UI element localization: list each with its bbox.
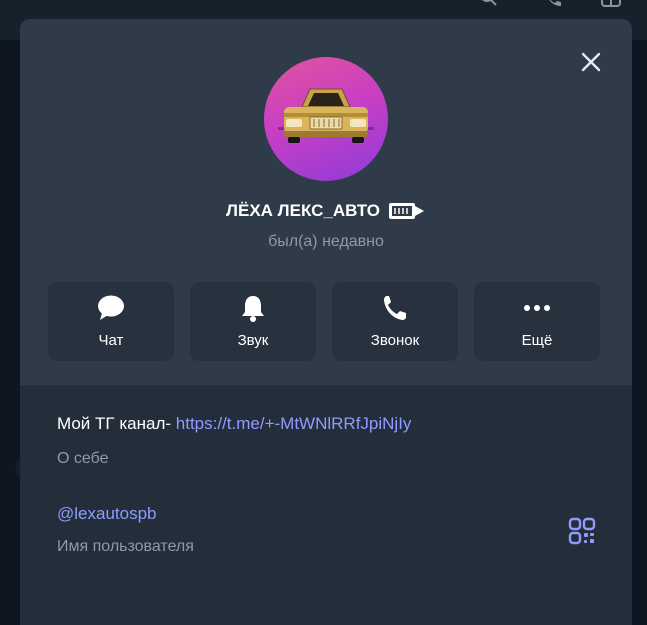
emoji-status-icon (388, 203, 424, 219)
bio-prefix: Мой ТГ канал- (57, 414, 176, 433)
close-button[interactable] (576, 47, 606, 77)
bell-icon (190, 294, 316, 322)
chat-button[interactable]: Чат (48, 282, 174, 361)
sound-button[interactable]: Звук (190, 282, 316, 361)
car-picture (278, 88, 374, 143)
username-link[interactable]: @lexautospb (57, 504, 157, 524)
chat-button-label: Чат (98, 332, 124, 349)
search-icon[interactable] (478, 0, 500, 10)
more-button-label: Ещё (521, 332, 553, 349)
profile-name: ЛЁХА ЛЕКС_АВТО (226, 201, 380, 220)
chat-bubble-icon (48, 294, 174, 322)
more-button[interactable]: Ещё (474, 282, 600, 361)
close-icon (581, 52, 601, 72)
last-seen-status: был(а) недавно (268, 233, 384, 250)
sidebar-toggle-icon[interactable] (600, 0, 622, 10)
profile-name-row: ЛЁХА ЛЕКС_АВТО (20, 200, 632, 222)
bio-text: Мой ТГ канал- https://t.me/+-MtWNlRRfJpi… (57, 414, 411, 434)
more-dots-icon (474, 294, 600, 322)
username-caption: Имя пользователя (57, 538, 194, 555)
call-button[interactable]: Звонок (332, 282, 458, 361)
qr-code-icon[interactable] (568, 517, 596, 545)
avatar[interactable] (264, 57, 388, 181)
phone-icon (332, 294, 458, 322)
profile-modal: ЛЁХА ЛЕКС_АВТО был(а) недавно Чат Звук З (20, 19, 632, 625)
call-button-label: Звонок (370, 332, 420, 349)
sound-button-label: Звук (237, 332, 269, 349)
bio-caption: О себе (57, 450, 109, 467)
info-panel: Мой ТГ канал- https://t.me/+-MtWNlRRfJpi… (20, 385, 632, 625)
bio-link[interactable]: https://t.me/+-MtWNlRRfJpiNjIy (176, 414, 412, 433)
phone-icon[interactable] (543, 0, 565, 10)
